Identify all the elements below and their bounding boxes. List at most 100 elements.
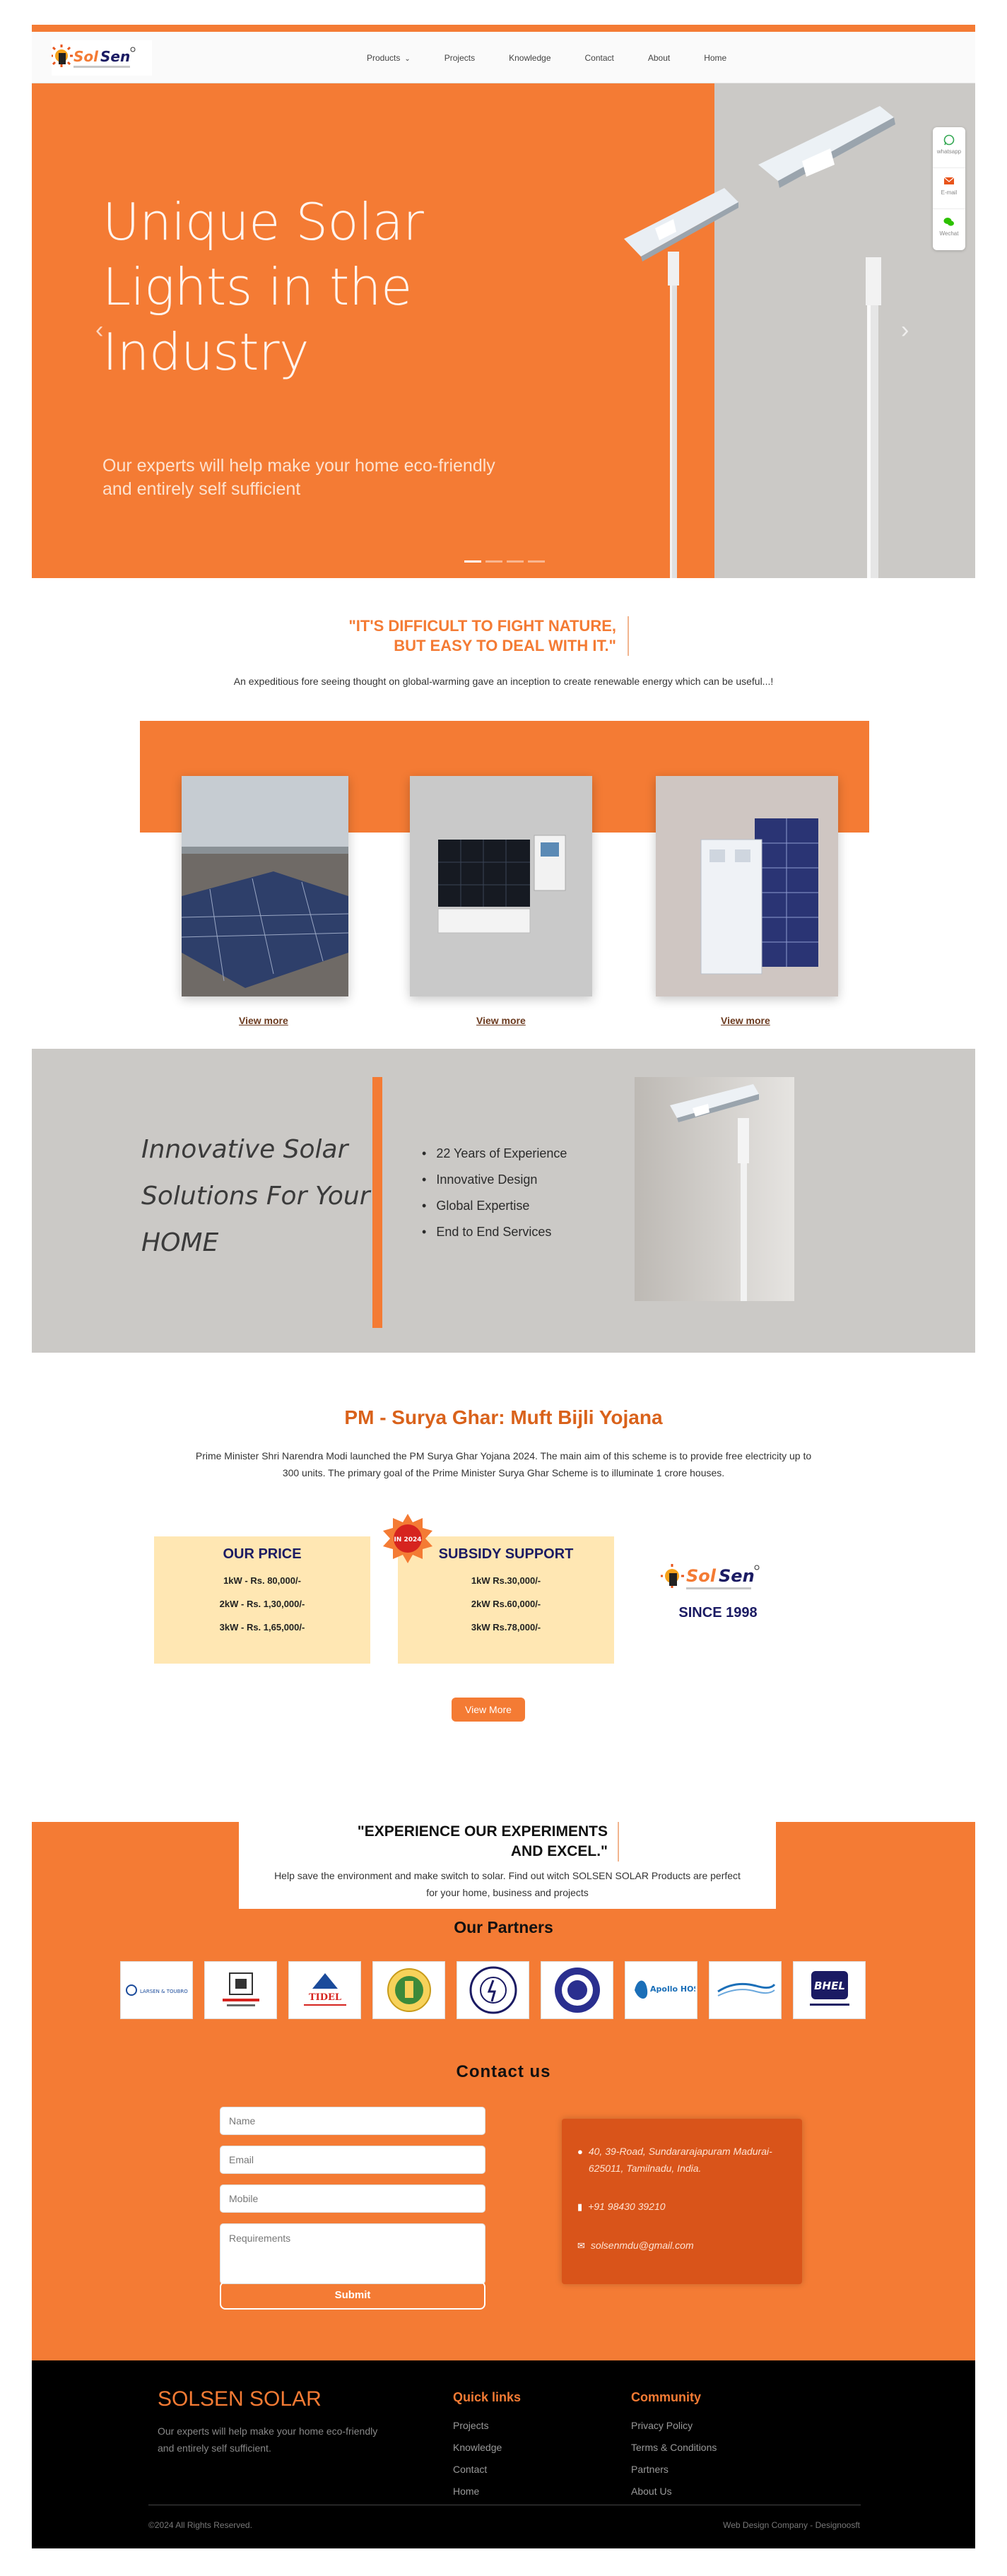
our-price-card: OUR PRICE 1kW - Rs. 80,000/- 2kW - Rs. 1…: [154, 1536, 370, 1664]
designer-credit[interactable]: Web Design Company - Designoosft: [723, 2520, 860, 2530]
partner-name: LARSEN & TOUBRO: [140, 1989, 188, 1994]
feature-item: Innovative Design: [422, 1167, 567, 1193]
contact-info-card: ● 40, 39-Road, Sundararajapuram Madurai-…: [562, 2119, 802, 2284]
whatsapp-label: whatsapp: [936, 148, 962, 155]
features-list: 22 Years of Experience Innovative Design…: [422, 1141, 567, 1245]
nav-products[interactable]: Products ⌄: [350, 53, 428, 63]
page: Sol Sen Products ⌄ Projects Knowledge Con…: [0, 0, 1007, 2576]
slider-dots: [464, 560, 545, 563]
chevron-left-icon[interactable]: ‹: [95, 317, 103, 344]
whatsapp-button[interactable]: whatsapp: [933, 127, 965, 168]
partner-logo-electronics: [709, 1961, 782, 2019]
experience-line-1: "EXPERIENCE OUR EXPERIMENTS: [357, 1823, 608, 1840]
nav-contact[interactable]: Contact: [568, 53, 631, 63]
view-more-link-3[interactable]: View more: [721, 1015, 770, 1026]
experience-subtext: Help save the environment and make switc…: [274, 1870, 741, 1898]
view-more-button[interactable]: View More: [452, 1698, 525, 1722]
nav-projects[interactable]: Projects: [428, 53, 492, 63]
our-price-title: OUR PRICE: [223, 1546, 302, 1562]
site-footer: SOLSEN SOLAR Our experts will help make …: [32, 2360, 975, 2548]
product-card-solar-kit[interactable]: [410, 776, 592, 996]
phone-row[interactable]: ▮ +91 98430 39210: [577, 2198, 787, 2216]
svg-text:Sol: Sol: [686, 1566, 717, 1586]
product-card-integrated-light[interactable]: [656, 776, 838, 996]
slider-dot[interactable]: [464, 560, 481, 563]
pm-surya-text: Prime Minister Shri Narendra Modi launch…: [195, 1450, 812, 1478]
price-row: 2kW - Rs. 1,30,000/-: [219, 1599, 305, 1609]
slider-dot[interactable]: [507, 560, 524, 563]
partner-logo-tidel: TIDEL: [288, 1961, 361, 2019]
product-card-rooftop-panels[interactable]: [181, 776, 349, 996]
footer-tagline: Our experts will help make your home eco…: [158, 2425, 378, 2454]
contact-title: Contact us: [456, 2062, 551, 2081]
site-header: Sol Sen Products ⌄ Projects Knowledge Con…: [32, 32, 975, 83]
partner-logo-apollo: Apollo HOSPITALS: [625, 1961, 697, 2019]
since-logo: Sol Sen SINCE 1998: [660, 1556, 775, 1621]
community-column: Community Privacy Policy Terms & Conditi…: [631, 2390, 717, 2503]
footer-link-projects[interactable]: Projects: [453, 2415, 521, 2437]
hero-subtitle: Our experts will help make your home eco…: [102, 456, 495, 499]
year-badge: IN 2024: [382, 1512, 434, 1565]
nav-home[interactable]: Home: [687, 53, 743, 63]
slider-dot[interactable]: [485, 560, 502, 563]
envelope-icon: ✉: [577, 2240, 585, 2251]
brand-logo[interactable]: Sol Sen: [50, 40, 152, 76]
footer-link-home[interactable]: Home: [453, 2481, 521, 2503]
floating-social-bar: whatsapp E-mail Wechat: [933, 127, 965, 250]
wechat-button[interactable]: Wechat: [933, 209, 965, 250]
name-field[interactable]: Name: [220, 2107, 485, 2135]
innovative-title: Innovative Solar Solutions For Your HOME: [141, 1135, 370, 1257]
experience-line-2: AND EXCEL.": [510, 1843, 608, 1859]
submit-button[interactable]: Submit: [220, 2281, 485, 2310]
slider-dot[interactable]: [528, 560, 545, 563]
nav-about[interactable]: About: [631, 53, 687, 63]
street-light-photo: [635, 1077, 794, 1301]
main-nav: Products ⌄ Projects Knowledge Contact Abo…: [350, 32, 743, 83]
quote-line-2: BUT EASY TO DEAL WITH IT.": [394, 637, 616, 654]
partner-name: Apollo HOSPITALS: [650, 1984, 695, 1994]
price-row: 1kW - Rs. 80,000/-: [223, 1575, 301, 1586]
svg-text:Sen: Sen: [719, 1566, 755, 1586]
footer-link-terms[interactable]: Terms & Conditions: [631, 2437, 717, 2459]
whatsapp-icon: [943, 134, 955, 146]
phone-icon: ▮: [577, 2201, 583, 2212]
subsidy-row: 1kW Rs.30,000/-: [471, 1575, 541, 1586]
partners-contact-section: "EXPERIENCE OUR EXPERIMENTS AND EXCEL." …: [32, 1822, 975, 2360]
wechat-icon: [943, 218, 954, 226]
feature-item: End to End Services: [422, 1219, 567, 1245]
solar-kit-image: [410, 776, 592, 996]
wechat-label: Wechat: [939, 230, 959, 237]
price-row: 3kW - Rs. 1,65,000/-: [219, 1622, 305, 1633]
email-row[interactable]: ✉ solsenmdu@gmail.com: [577, 2237, 787, 2254]
innovative-section: Innovative Solar Solutions For Your HOME…: [32, 1049, 975, 1353]
partner-logo-lt: LARSEN & TOUBRO: [120, 1961, 193, 2019]
hero-slider: Unique Solar Lights in the Industry Our …: [32, 83, 975, 578]
footer-link-partners[interactable]: Partners: [631, 2459, 717, 2481]
phone-text: +91 98430 39210: [588, 2201, 666, 2212]
partner-logo-bhel: BHEL: [793, 1961, 866, 2019]
partner-name: TIDEL: [308, 1992, 341, 2003]
view-more-link-1[interactable]: View more: [239, 1015, 288, 1026]
mobile-field[interactable]: Mobile: [220, 2184, 485, 2213]
footer-link-knowledge[interactable]: Knowledge: [453, 2437, 521, 2459]
experience-card: "EXPERIENCE OUR EXPERIMENTS AND EXCEL." …: [239, 1822, 776, 1909]
mail-icon: [943, 177, 955, 184]
top-strip: [32, 25, 975, 32]
integrated-light-image: [656, 776, 838, 996]
chevron-right-icon[interactable]: ›: [901, 317, 909, 344]
svg-text:Sol: Sol: [73, 48, 99, 65]
footer-link-contact[interactable]: Contact: [453, 2459, 521, 2481]
svg-text:Sen: Sen: [100, 48, 130, 65]
footer-link-privacy[interactable]: Privacy Policy: [631, 2415, 717, 2437]
quick-links-title: Quick links: [453, 2390, 522, 2404]
requirements-field[interactable]: Requirements: [220, 2223, 485, 2284]
view-more-link-2[interactable]: View more: [476, 1015, 526, 1026]
nav-knowledge[interactable]: Knowledge: [492, 53, 567, 63]
copyright-text: ©2024 All Rights Reserved.: [148, 2520, 252, 2530]
footer-link-about[interactable]: About Us: [631, 2481, 717, 2503]
chevron-down-icon: ⌄: [404, 54, 411, 63]
email-button[interactable]: E-mail: [933, 168, 965, 209]
pm-surya-title: PM - Surya Ghar: Muft Bijli Yojana: [344, 1406, 663, 1428]
email-field[interactable]: Email: [220, 2146, 485, 2174]
nav-products-label: Products: [367, 52, 401, 63]
